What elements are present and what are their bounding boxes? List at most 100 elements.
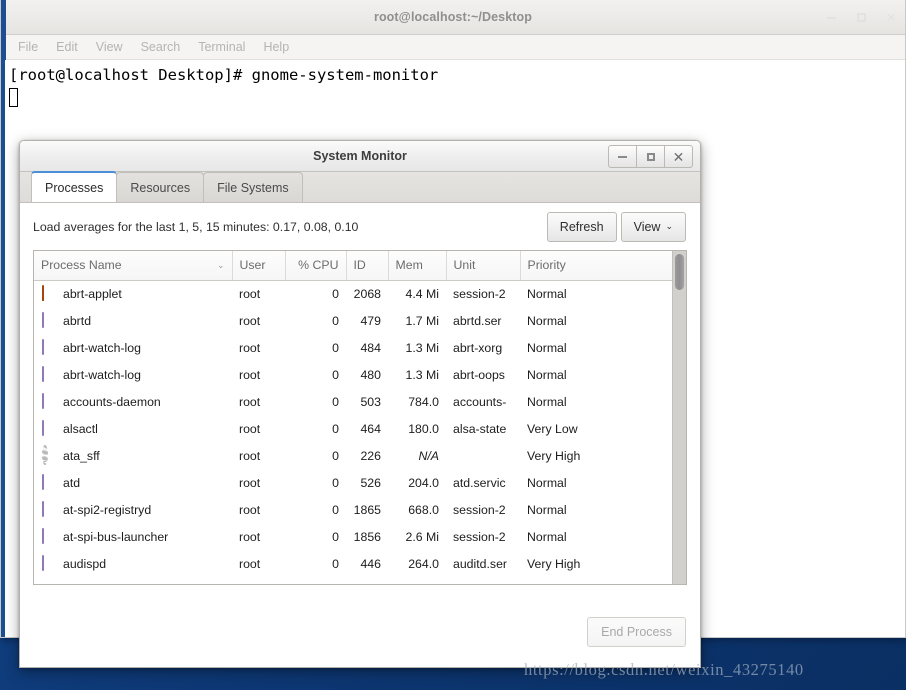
process-name-label: audispd <box>63 556 107 571</box>
end-process-button[interactable]: End Process <box>587 617 686 647</box>
process-table-container[interactable]: Process Name ⌄ User % CPU ID Mem Unit Pr… <box>33 250 687 585</box>
column-header-id[interactable]: ID <box>346 251 389 281</box>
refresh-button[interactable]: Refresh <box>546 211 617 242</box>
cell-cpu: 0 <box>332 475 339 490</box>
cell-id: 1856 <box>353 529 381 544</box>
scrollbar-thumb[interactable] <box>675 254 684 290</box>
system-monitor-titlebar[interactable]: System Monitor ✕ <box>20 141 700 172</box>
column-header-priority[interactable]: Priority <box>520 251 672 281</box>
column-header-cpu[interactable]: % CPU <box>285 251 347 281</box>
column-header-user[interactable]: User <box>232 251 286 281</box>
diamond-icon <box>41 555 56 571</box>
cell-cpu: 0 <box>332 421 339 436</box>
diamond-icon <box>41 339 56 355</box>
cell-priority: Normal <box>527 340 567 355</box>
maximize-icon[interactable] <box>853 10 869 26</box>
vertical-scrollbar[interactable] <box>672 251 686 584</box>
close-icon[interactable]: ✕ <box>664 145 693 168</box>
cell-mem: N/A <box>418 448 440 463</box>
table-row[interactable]: atd root 0 526 204.0 atd.servic Normal <box>34 469 672 496</box>
menu-item-file[interactable]: File <box>9 38 47 56</box>
cell-cpu: 0 <box>332 556 339 571</box>
table-row[interactable]: abrtd root 0 479 1.7 Mi abrtd.ser Normal <box>34 307 672 334</box>
cell-user: root <box>239 340 261 355</box>
minimize-icon[interactable] <box>823 10 839 26</box>
cell-id: 480 <box>360 367 381 382</box>
table-row[interactable]: audispd root 0 446 264.0 auditd.ser Very High <box>34 550 672 577</box>
system-monitor-tabbar: Processes Resources File Systems <box>20 171 700 203</box>
cell-id: 484 <box>360 340 381 355</box>
diamond-icon <box>41 474 56 490</box>
diamond-icon <box>41 528 56 544</box>
maximize-icon[interactable] <box>636 145 665 168</box>
cell-user: root <box>239 448 261 463</box>
table-row[interactable]: alsactl root 0 464 180.0 alsa-state Very Low <box>34 415 672 442</box>
close-icon[interactable]: ✕ <box>883 10 899 26</box>
cell-cpu: 0 <box>332 502 339 517</box>
cell-cpu: 0 <box>332 448 339 463</box>
menu-item-terminal[interactable]: Terminal <box>189 38 254 56</box>
table-row[interactable]: abrt-watch-log root 0 480 1.3 Mi abrt-oops Nor… <box>34 361 672 388</box>
cell-unit: session-2 <box>453 286 506 301</box>
cell-unit: auditd.ser <box>453 556 508 571</box>
column-header-unit[interactable]: Unit <box>446 251 521 281</box>
cell-mem: 668.0 <box>408 502 439 517</box>
cell-mem: 1.3 Mi <box>405 367 440 382</box>
tab-processes[interactable]: Processes <box>31 171 118 202</box>
cell-process-name: atd <box>34 469 232 496</box>
cell-user: root <box>239 313 261 328</box>
cell-id: 526 <box>360 475 381 490</box>
table-row[interactable]: ata_sff root 0 226 N/A Very High <box>34 442 672 469</box>
table-row[interactable]: abrt-watch-log root 0 484 1.3 Mi abrt-xorg Nor… <box>34 334 672 361</box>
column-header-process-name[interactable]: Process Name ⌄ <box>34 251 233 281</box>
process-name-label: abrtd <box>63 313 92 328</box>
cell-process-name: at-spi2-registryd <box>34 496 232 523</box>
cell-priority: Normal <box>527 475 567 490</box>
column-header-mem[interactable]: Mem <box>388 251 447 281</box>
cell-cpu: 0 <box>332 394 339 409</box>
process-name-label: alsactl <box>63 421 98 436</box>
alert-icon <box>41 285 56 302</box>
menu-item-view[interactable]: View <box>87 38 132 56</box>
diamond-icon <box>41 501 56 517</box>
menu-item-help[interactable]: Help <box>254 38 298 56</box>
view-menu-button[interactable]: View ⌄ <box>620 211 686 242</box>
cell-priority: Normal <box>527 313 567 328</box>
terminal-menubar: File Edit View Search Terminal Help <box>1 34 905 60</box>
cell-user: root <box>239 475 261 490</box>
cell-unit: session-2 <box>453 529 506 544</box>
cell-user: root <box>239 367 261 382</box>
menu-item-edit[interactable]: Edit <box>47 38 87 56</box>
cell-unit: session-2 <box>453 502 506 517</box>
cell-id: 479 <box>360 313 381 328</box>
tab-file-systems[interactable]: File Systems <box>203 172 303 202</box>
tab-resources[interactable]: Resources <box>116 172 205 202</box>
process-table-header-row: Process Name ⌄ User % CPU ID Mem Unit Pr… <box>34 251 672 281</box>
cell-process-name: abrt-watch-log <box>34 361 232 388</box>
process-table: Process Name ⌄ User % CPU ID Mem Unit Pr… <box>34 251 672 577</box>
minimize-icon[interactable] <box>608 145 637 168</box>
table-row[interactable]: at-spi2-registryd root 0 1865 668.0 session-2… <box>34 496 672 523</box>
cell-user: root <box>239 421 261 436</box>
cell-priority: Normal <box>527 394 567 409</box>
table-row[interactable]: accounts-daemon root 0 503 784.0 accounts- Nor… <box>34 388 672 415</box>
table-row[interactable]: abrt-applet root 0 2068 4.4 Mi session-2 Norma… <box>34 280 672 307</box>
refresh-button-label: Refresh <box>559 219 604 234</box>
system-monitor-window[interactable]: System Monitor ✕ Processes Resources Fil… <box>19 140 701 668</box>
cell-process-name: audispd <box>34 550 232 577</box>
cell-process-name: ata_sff <box>34 442 232 469</box>
table-row[interactable]: at-spi-bus-launcher root 0 1856 2.6 Mi sessio… <box>34 523 672 550</box>
cell-process-name: abrtd <box>34 307 232 334</box>
cell-id: 446 <box>360 556 381 571</box>
diamond-icon <box>41 393 56 409</box>
cell-unit <box>446 442 520 469</box>
cell-unit: atd.servic <box>453 475 506 490</box>
menu-item-search[interactable]: Search <box>132 38 190 56</box>
terminal-window-title: root@localhost:~/Desktop <box>373 10 532 24</box>
cell-cpu: 0 <box>332 313 339 328</box>
cell-process-name: abrt-watch-log <box>34 334 232 361</box>
load-averages-label: Load averages for the last 1, 5, 15 minu… <box>33 219 359 234</box>
system-monitor-window-controls: ✕ <box>608 145 693 168</box>
terminal-window-controls: ✕ <box>823 0 899 35</box>
terminal-titlebar[interactable]: root@localhost:~/Desktop ✕ <box>1 0 905 35</box>
